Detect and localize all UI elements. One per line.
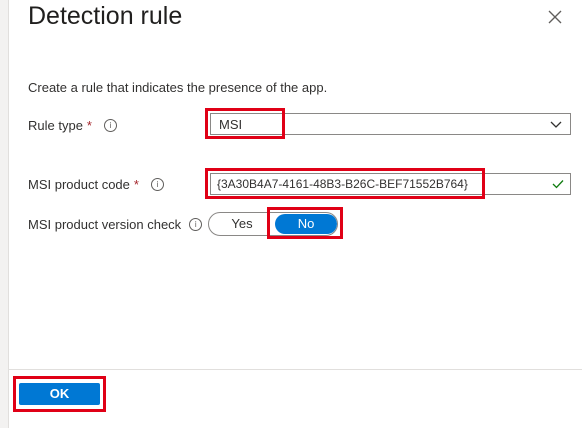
msi-product-code-label: MSI product code * i [28, 177, 164, 192]
panel-left-edge [0, 0, 9, 428]
panel-description: Create a rule that indicates the presenc… [28, 80, 328, 95]
rule-type-label: Rule type * i [28, 118, 117, 133]
rule-type-dropdown[interactable]: MSI [210, 113, 571, 135]
rule-type-label-text: Rule type [28, 118, 83, 133]
msi-product-code-value: {3A30B4A7-4161-48B3-B26C-BEF71552B764} [217, 177, 468, 191]
ok-button[interactable]: OK [19, 383, 100, 405]
msi-version-check-label-text: MSI product version check [28, 217, 182, 232]
toggle-option-yes[interactable]: Yes [209, 213, 275, 235]
toggle-option-no[interactable]: No [275, 214, 337, 234]
info-icon[interactable]: i [189, 218, 203, 231]
close-icon[interactable] [544, 6, 566, 28]
required-asterisk: * [133, 177, 139, 192]
msi-version-check-toggle[interactable]: Yes No [208, 212, 338, 236]
msi-product-code-input[interactable]: {3A30B4A7-4161-48B3-B26C-BEF71552B764} [210, 173, 571, 195]
msi-product-code-label-text: MSI product code [28, 177, 130, 192]
checkmark-icon [552, 180, 564, 189]
required-asterisk: * [86, 118, 92, 133]
info-icon[interactable]: i [150, 178, 164, 191]
rule-type-selected-value: MSI [219, 117, 243, 132]
info-icon[interactable]: i [103, 119, 117, 132]
footer-divider [9, 369, 582, 370]
msi-version-check-label: MSI product version check i [28, 217, 203, 232]
panel-title: Detection rule [28, 2, 183, 30]
chevron-down-icon [550, 121, 562, 128]
